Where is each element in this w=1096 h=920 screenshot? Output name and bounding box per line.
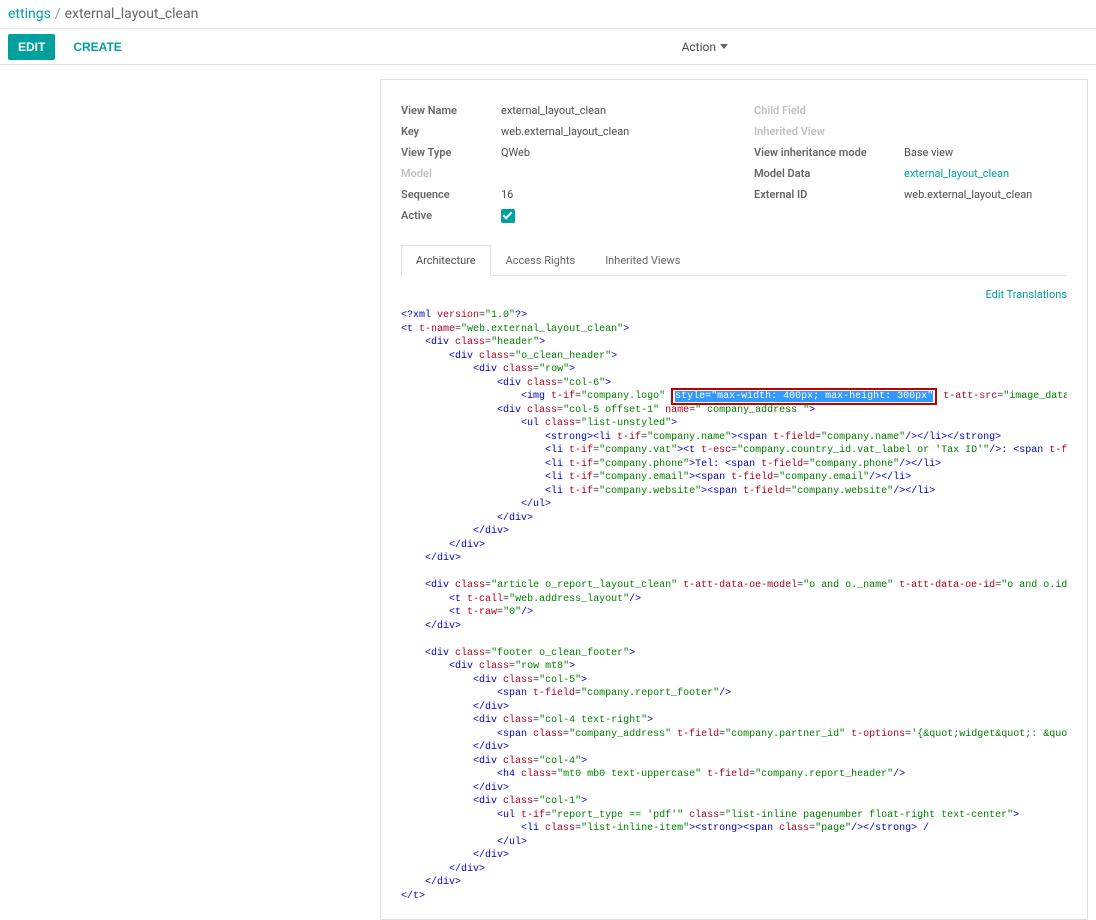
breadcrumb-current: external_layout_clean	[65, 6, 199, 22]
form-grid: View Nameexternal_layout_clean Keyweb.ex…	[401, 100, 1067, 227]
action-menu[interactable]: Action	[682, 40, 728, 54]
label-inh-mode: View inheritance mode	[754, 146, 904, 159]
tab-architecture[interactable]: Architecture	[401, 245, 491, 276]
label-sequence: Sequence	[401, 188, 501, 201]
highlighted-style-attr: style="max-width: 400px; max-height: 300…	[671, 388, 937, 405]
edit-translations-link[interactable]: Edit Translations	[401, 284, 1067, 309]
label-view-type: View Type	[401, 146, 501, 159]
label-key: Key	[401, 125, 501, 138]
breadcrumb-sep: /	[55, 6, 61, 22]
form-left-col: View Nameexternal_layout_clean Keyweb.ex…	[401, 100, 714, 227]
breadcrumb-root[interactable]: ettings	[8, 6, 51, 22]
label-model: Model	[401, 167, 501, 180]
breadcrumb-bar: ettings / external_layout_clean	[0, 0, 1096, 29]
label-inherited-view: Inherited View	[754, 125, 854, 138]
architecture-code: <?xml version="1.0"?> <t t-name="web.ext…	[401, 309, 1067, 911]
label-external-id: External ID	[754, 188, 904, 201]
control-bar: EDIT CREATE Action	[0, 29, 1096, 65]
form-right-col: Child Field Inherited View View inherita…	[754, 100, 1067, 227]
value-model-data[interactable]: external_layout_clean	[904, 167, 1009, 180]
label-view-name: View Name	[401, 104, 501, 117]
label-model-data: Model Data	[754, 167, 904, 180]
edit-button[interactable]: EDIT	[8, 34, 55, 60]
value-view-name: external_layout_clean	[501, 104, 606, 117]
value-sequence: 16	[501, 188, 513, 201]
value-inh-mode: Base view	[904, 146, 953, 159]
chevron-down-icon	[720, 44, 728, 49]
value-key: web.external_layout_clean	[501, 125, 629, 138]
form-sheet: View Nameexternal_layout_clean Keyweb.ex…	[380, 79, 1088, 920]
create-button[interactable]: CREATE	[63, 34, 131, 60]
value-external-id: web.external_layout_clean	[904, 188, 1032, 201]
tab-inherited-views[interactable]: Inherited Views	[590, 245, 695, 275]
tab-access-rights[interactable]: Access Rights	[491, 245, 591, 275]
label-active: Active	[401, 209, 501, 223]
label-child-field: Child Field	[754, 104, 854, 117]
tabs: Architecture Access Rights Inherited Vie…	[401, 245, 1067, 276]
active-checkbox[interactable]	[501, 209, 515, 223]
breadcrumb: ettings / external_layout_clean	[8, 6, 198, 22]
value-view-type: QWeb	[501, 146, 530, 159]
action-label: Action	[682, 40, 716, 54]
